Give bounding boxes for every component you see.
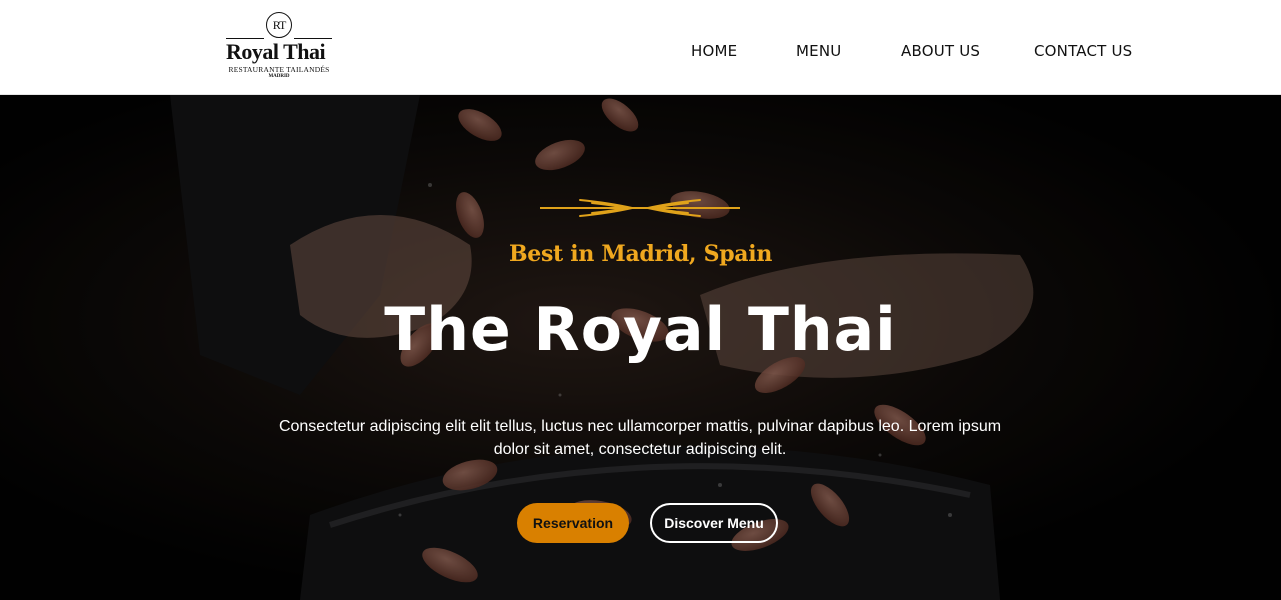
nav-item-about-us[interactable]: ABOUT US [901,42,980,60]
ornament-icon [540,199,740,217]
reservation-button[interactable]: Reservation [517,503,629,543]
logo-monogram: RT [266,12,292,38]
logo-subtitle: RESTAURANTE TAILANDÉS [228,65,330,74]
logo-name: Royal Thai [226,39,326,64]
logo-city: MADRID [268,74,290,79]
hero-section: Best in Madrid, Spain The Royal Thai Con… [0,95,1281,600]
nav-item-contact-us[interactable]: CONTACT US [1034,42,1132,60]
hero-title: The Royal Thai [384,295,897,365]
hero-tagline: Best in Madrid, Spain [508,241,773,267]
site-header: RT Royal Thai RESTAURANTE TAILANDÉS MADR… [0,0,1281,95]
hero-description: Consectetur adipiscing elit elit tellus,… [278,418,1002,458]
nav-item-menu[interactable]: MENU [796,42,841,60]
site-logo[interactable]: RT Royal Thai RESTAURANTE TAILANDÉS MADR… [226,12,332,82]
discover-menu-button[interactable]: Discover Menu [650,503,778,543]
nav-item-home[interactable]: HOME [691,42,737,60]
